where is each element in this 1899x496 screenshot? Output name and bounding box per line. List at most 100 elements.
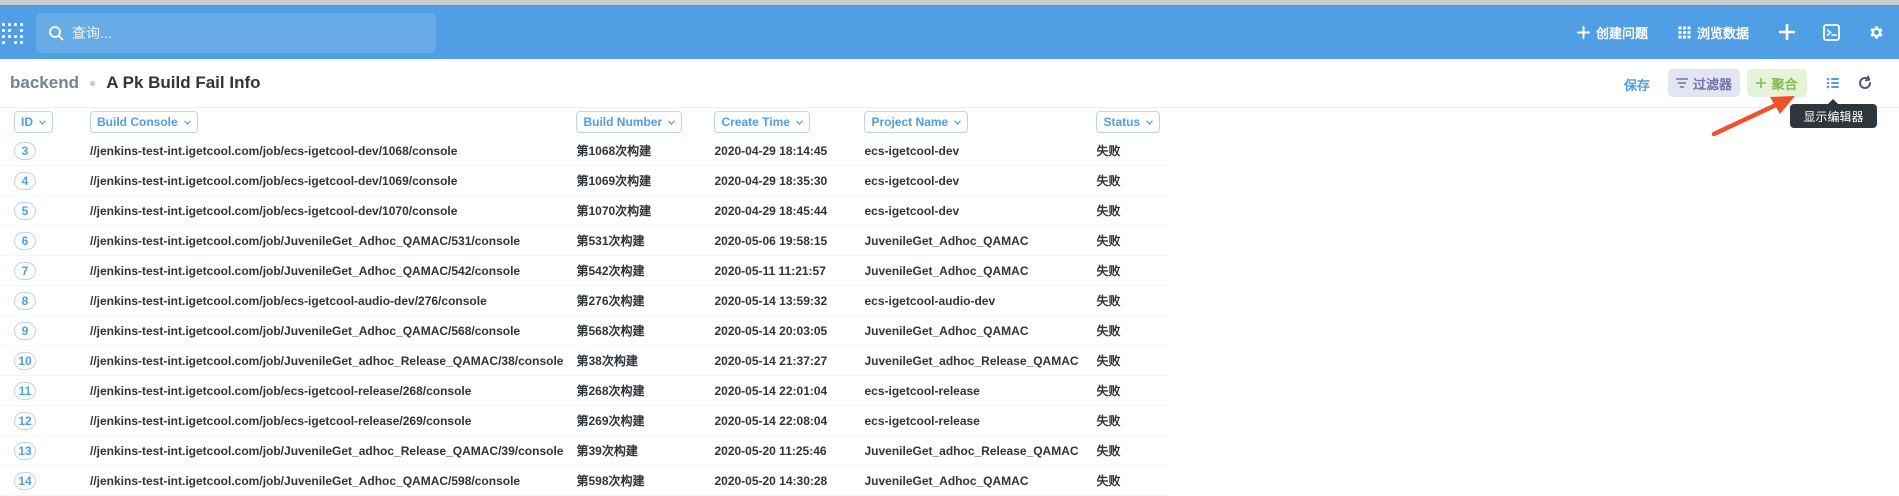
browse-data-label: 浏览数据 xyxy=(1696,25,1749,41)
cell-build-number: 第38次构建 xyxy=(563,345,702,376)
cell-create-time: 2020-04-29 18:45:44 xyxy=(701,195,852,226)
id-link[interactable]: 5 xyxy=(14,201,36,220)
show-editor-button[interactable] xyxy=(1823,73,1843,93)
table-row: 12 //jenkins-test-int.igetcool.com/job/ec… xyxy=(0,405,1169,436)
breadcrumb-separator-icon: ● xyxy=(88,76,97,90)
browse-data-link[interactable]: 浏览数据 xyxy=(1678,23,1749,42)
cell-status: 失败 xyxy=(1083,165,1169,196)
id-link[interactable]: 13 xyxy=(14,441,36,460)
cell-id: 3 xyxy=(0,136,76,166)
filter-icon xyxy=(1675,78,1688,88)
create-question-link[interactable]: 创建问题 xyxy=(1576,23,1648,42)
id-link[interactable]: 6 xyxy=(14,231,36,250)
column-header-build-console: Build Console xyxy=(76,108,563,136)
cell-project-name: JuvenileGet_adhoc_Release_QAMAC xyxy=(851,345,1084,376)
plus-icon xyxy=(1756,78,1767,88)
cell-id: 10 xyxy=(0,345,76,376)
id-link[interactable]: 12 xyxy=(14,411,36,430)
cell-create-time: 2020-05-14 22:01:04 xyxy=(701,375,852,406)
table-row: 9 //jenkins-test-int.igetcool.com/job/Juv… xyxy=(0,315,1169,346)
column-header-label: Build Console xyxy=(97,115,178,129)
column-header-button[interactable]: Status xyxy=(1096,111,1161,133)
settings-button[interactable] xyxy=(1868,24,1885,41)
database-name[interactable]: backend xyxy=(10,73,79,93)
cell-project-name: ecs-igetcool-release xyxy=(851,405,1084,436)
id-link[interactable]: 11 xyxy=(14,381,36,400)
column-header-build-number: Build Number xyxy=(563,108,701,136)
refresh-button[interactable] xyxy=(1855,73,1875,93)
cell-build-number: 第276次构建 xyxy=(563,285,702,316)
cell-status: 失败 xyxy=(1083,405,1169,436)
id-link[interactable]: 7 xyxy=(14,261,36,280)
id-link[interactable]: 10 xyxy=(14,351,36,370)
chevron-down-icon xyxy=(39,119,46,125)
show-editor-tooltip: 显示编辑器 xyxy=(1790,99,1877,128)
column-header-button[interactable]: Build Console xyxy=(90,111,198,133)
save-button[interactable]: 保存 xyxy=(1624,75,1650,94)
table-row: 14 //jenkins-test-int.igetcool.com/job/Ju… xyxy=(0,465,1169,496)
id-link[interactable]: 8 xyxy=(14,291,36,310)
search-icon xyxy=(49,26,64,41)
search-bar[interactable]: 查询... xyxy=(36,13,436,53)
question-header: backend ● A Pk Build Fail Info 保存 过滤器 聚合 xyxy=(0,59,1899,109)
chevron-down-icon xyxy=(796,119,803,125)
id-link[interactable]: 3 xyxy=(14,141,36,160)
cell-id: 9 xyxy=(0,315,76,346)
page-title: A Pk Build Fail Info xyxy=(106,73,261,92)
grid-icon xyxy=(1678,26,1691,38)
cell-create-time: 2020-04-29 18:14:45 xyxy=(701,136,852,166)
chevron-down-icon xyxy=(668,119,676,125)
chevron-down-icon xyxy=(954,119,962,125)
column-header-button[interactable]: Create Time xyxy=(714,111,810,133)
column-header-project-name: Project Name xyxy=(851,108,1083,136)
sql-editor-button[interactable] xyxy=(1823,23,1840,41)
search-placeholder: 查询... xyxy=(72,25,112,41)
cell-create-time: 2020-05-20 14:30:28 xyxy=(701,465,852,496)
cell-id: 7 xyxy=(0,255,76,286)
id-link[interactable]: 9 xyxy=(14,321,36,340)
column-header-label: ID xyxy=(21,115,33,129)
cell-status: 失败 xyxy=(1083,225,1169,256)
cell-build-number: 第598次构建 xyxy=(563,465,702,496)
cell-project-name: ecs-igetcool-release xyxy=(851,375,1084,406)
column-header-label: Project Name xyxy=(871,115,949,129)
cell-build-console: //jenkins-test-int.igetcool.com/job/Juve… xyxy=(76,435,564,466)
terminal-icon xyxy=(1823,23,1840,41)
cell-status: 失败 xyxy=(1083,255,1169,286)
cell-status: 失败 xyxy=(1083,345,1169,376)
id-link[interactable]: 14 xyxy=(14,471,36,490)
column-header-button[interactable]: Project Name xyxy=(864,111,969,133)
cell-build-console: //jenkins-test-int.igetcool.com/job/ecs-… xyxy=(76,165,564,196)
metabase-logo-icon[interactable] xyxy=(2,23,23,44)
chevron-down-icon xyxy=(183,119,191,125)
cell-status: 失败 xyxy=(1083,375,1169,406)
top-navbar: 查询... 创建问题 浏览数据 xyxy=(0,5,1899,59)
cell-create-time: 2020-05-14 13:59:32 xyxy=(701,285,852,316)
cell-build-console: //jenkins-test-int.igetcool.com/job/ecs-… xyxy=(76,195,564,226)
column-header-label: Status xyxy=(1103,115,1141,129)
table-row: 8 //jenkins-test-int.igetcool.com/job/ecs… xyxy=(0,285,1169,316)
cell-project-name: JuvenileGet_adhoc_Release_QAMAC xyxy=(851,435,1084,466)
cell-id: 11 xyxy=(0,375,76,406)
cell-project-name: JuvenileGet_Adhoc_QAMAC xyxy=(851,315,1084,346)
column-header-id: ID xyxy=(0,108,76,136)
column-header-button[interactable]: ID xyxy=(14,111,53,133)
cell-project-name: ecs-igetcool-dev xyxy=(851,136,1084,166)
new-button[interactable] xyxy=(1779,24,1795,40)
id-link[interactable]: 4 xyxy=(14,171,36,190)
breadcrumb: backend ● A Pk Build Fail Info xyxy=(10,73,261,93)
cell-build-number: 第39次构建 xyxy=(563,435,702,466)
cell-build-number: 第1068次构建 xyxy=(563,136,702,166)
cell-project-name: JuvenileGet_Adhoc_QAMAC xyxy=(851,465,1084,496)
plus-icon xyxy=(1576,25,1590,39)
add-icon xyxy=(1779,24,1795,40)
cell-build-number: 第531次构建 xyxy=(563,225,702,256)
column-header-button[interactable]: Build Number xyxy=(576,111,683,133)
cell-create-time: 2020-05-20 11:25:46 xyxy=(701,435,852,466)
nav-actions: 创建问题 浏览数据 xyxy=(1576,5,1899,59)
cell-project-name: JuvenileGet_Adhoc_QAMAC xyxy=(851,255,1084,286)
cell-status: 失败 xyxy=(1083,285,1169,316)
table-row: 11 //jenkins-test-int.igetcool.com/job/ec… xyxy=(0,375,1169,406)
table-row: 3 //jenkins-test-int.igetcool.com/job/ecs… xyxy=(0,136,1169,166)
cell-project-name: JuvenileGet_Adhoc_QAMAC xyxy=(851,225,1084,256)
